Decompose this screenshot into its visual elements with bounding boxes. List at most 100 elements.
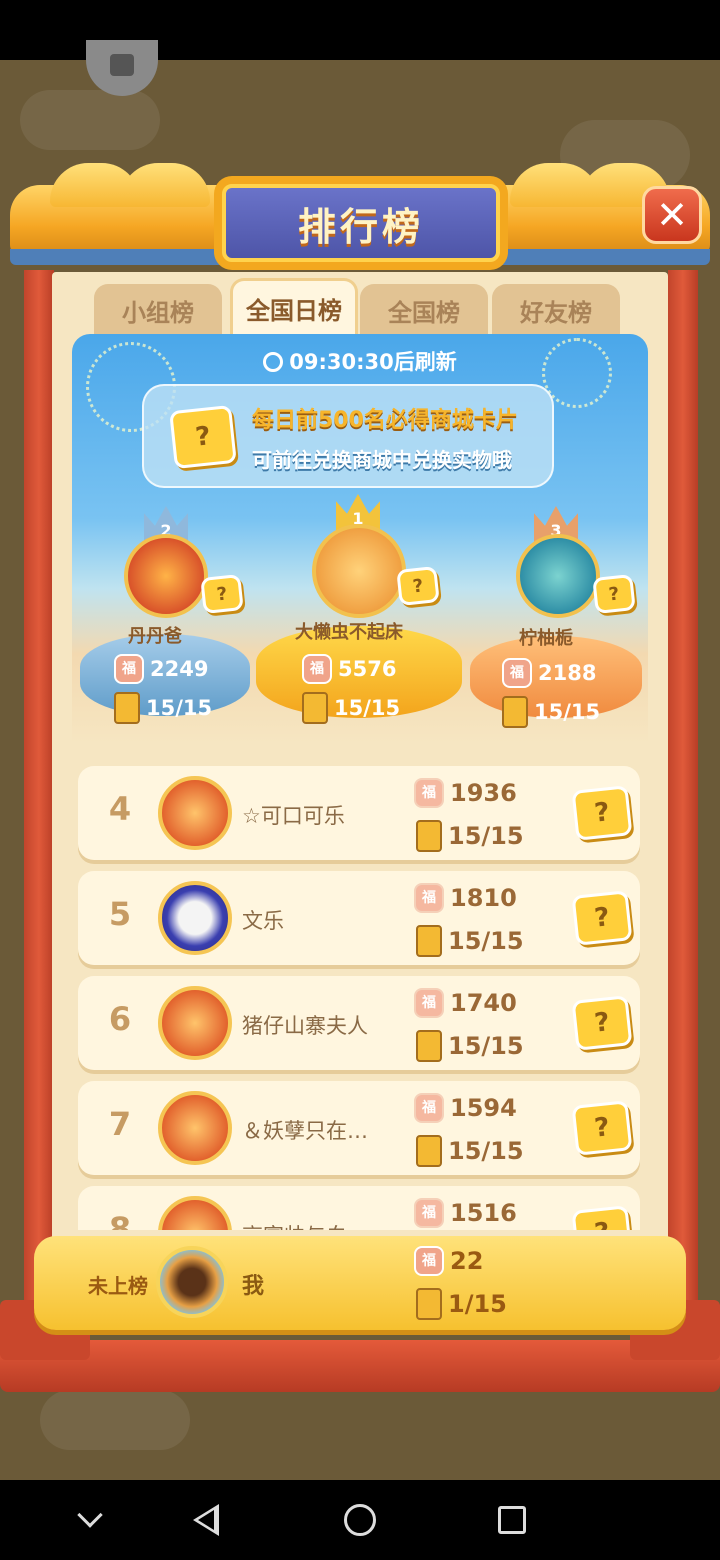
mystery-card-icon: ? bbox=[169, 404, 237, 470]
page-title: 排行榜 bbox=[297, 204, 424, 249]
home-circle-icon bbox=[344, 1504, 376, 1536]
fu-icon: 福 bbox=[414, 1093, 444, 1123]
list-item[interactable]: 6 猪仔山寨夫人 福 1740 15/15 ? bbox=[78, 976, 640, 1070]
avatar bbox=[516, 534, 600, 618]
refresh-timer: 09:30:30后刷新 bbox=[72, 346, 648, 376]
my-score: 22 bbox=[450, 1247, 484, 1275]
nav-recents-button[interactable] bbox=[490, 1498, 534, 1542]
list-item[interactable]: 8 高富帅与白 福1516 ? bbox=[78, 1186, 640, 1230]
fu-icon: 福 bbox=[114, 654, 144, 684]
player-progress: 15/15 bbox=[448, 1137, 524, 1165]
back-triangle-icon bbox=[193, 1504, 219, 1536]
mystery-card-icon[interactable]: ? bbox=[571, 785, 633, 841]
tab-national[interactable]: 全国榜 bbox=[360, 284, 488, 336]
player-name: ☆可口可乐 bbox=[242, 804, 345, 828]
my-rank-label: 未上榜 bbox=[88, 1274, 148, 1298]
top3-hero: 09:30:30后刷新 ? 每日前500名必得商城卡片 可前往兑换商城中兑换实物… bbox=[72, 334, 648, 744]
mystery-card-icon: ? bbox=[592, 574, 636, 614]
mystery-card-icon: ? bbox=[200, 574, 244, 614]
frame-pillar-right bbox=[668, 270, 698, 1340]
my-ranking-row[interactable]: 未上榜 我 福 22 1/15 bbox=[34, 1236, 686, 1330]
fu-icon: 福 bbox=[502, 658, 532, 688]
book-icon bbox=[416, 1288, 442, 1320]
player-score: 1594 bbox=[450, 1094, 517, 1122]
podium-progress: 15/15 bbox=[334, 696, 401, 720]
tab-friends[interactable]: 好友榜 bbox=[492, 284, 620, 336]
nav-home-button[interactable] bbox=[338, 1498, 382, 1542]
player-name: 文乐 bbox=[242, 909, 284, 933]
chevron-down-icon bbox=[77, 1502, 103, 1528]
banner-line1: 每日前500名必得商城卡片 bbox=[252, 408, 518, 433]
my-progress: 1/15 bbox=[448, 1290, 507, 1318]
mystery-card-icon[interactable]: ? bbox=[571, 890, 633, 946]
podium-score: 5576 bbox=[338, 657, 397, 681]
fu-icon: 福 bbox=[414, 1198, 444, 1228]
rank-number: 6 bbox=[108, 1000, 132, 1038]
tab-national-daily[interactable]: 全国日榜 bbox=[230, 278, 358, 336]
podium-rank-1[interactable]: 1 ? 大懒虫不起床 福 5576 15/15 bbox=[256, 494, 462, 734]
rank-number: 4 bbox=[108, 790, 132, 828]
rank-number: 7 bbox=[108, 1105, 132, 1143]
player-score: 1740 bbox=[450, 989, 517, 1017]
book-icon bbox=[416, 1030, 442, 1062]
system-nav-bar bbox=[0, 1480, 720, 1560]
tab-group[interactable]: 小组榜 bbox=[94, 284, 222, 336]
podium-rank-2[interactable]: 2 ? 丹丹爸 福 2249 15/15 bbox=[80, 504, 250, 734]
player-score: 1516 bbox=[450, 1199, 517, 1227]
mystery-card-icon[interactable]: ? bbox=[571, 995, 633, 1051]
fu-icon: 福 bbox=[302, 654, 332, 684]
book-icon bbox=[416, 925, 442, 957]
reward-banner: ? 每日前500名必得商城卡片 可前往兑换商城中兑换实物哦 bbox=[142, 384, 554, 488]
title-plaque: 排行榜 bbox=[214, 176, 508, 270]
tab-bar: 小组榜 全国日榜 全国榜 好友榜 bbox=[94, 278, 634, 336]
player-progress: 15/15 bbox=[448, 822, 524, 850]
avatar bbox=[158, 1196, 232, 1230]
mystery-card-icon[interactable]: ? bbox=[571, 1100, 633, 1156]
fu-icon: 福 bbox=[414, 778, 444, 808]
podium-rank-3[interactable]: 3 ? 柠柚栀 福 2188 15/15 bbox=[470, 504, 642, 734]
player-progress: 15/15 bbox=[448, 1032, 524, 1060]
avatar bbox=[124, 534, 208, 618]
frame-pillar-left bbox=[24, 270, 54, 1340]
rank-number: 5 bbox=[108, 895, 132, 933]
podium-name: 丹丹爸 bbox=[128, 626, 182, 647]
book-icon bbox=[416, 1135, 442, 1167]
book-icon bbox=[114, 692, 140, 724]
player-name: 高富帅与白 bbox=[242, 1220, 347, 1230]
clock-icon bbox=[263, 352, 284, 372]
nav-back-button[interactable] bbox=[184, 1498, 228, 1542]
podium-progress: 15/15 bbox=[534, 700, 601, 724]
podium-name: 柠柚栀 bbox=[519, 628, 573, 649]
mystery-card-icon: ? bbox=[396, 566, 440, 606]
nav-hide-button[interactable] bbox=[68, 1498, 112, 1542]
my-name: 我 bbox=[242, 1274, 265, 1299]
podium-score: 2249 bbox=[150, 657, 209, 681]
fu-icon: 福 bbox=[414, 1246, 444, 1276]
book-icon bbox=[302, 692, 328, 724]
close-button[interactable]: ✕ bbox=[642, 186, 702, 244]
avatar bbox=[158, 776, 232, 850]
avatar bbox=[312, 524, 406, 618]
player-progress: 15/15 bbox=[448, 927, 524, 955]
rank-number: 8 bbox=[108, 1210, 132, 1230]
close-icon: ✕ bbox=[656, 193, 688, 237]
fu-icon: 福 bbox=[414, 988, 444, 1018]
podium-score: 2188 bbox=[538, 661, 597, 685]
podium-progress: 15/15 bbox=[146, 696, 213, 720]
player-name: ＆妖孽只在… bbox=[242, 1119, 368, 1143]
player-score: 1810 bbox=[450, 884, 517, 912]
player-score: 1936 bbox=[450, 779, 517, 807]
list-item[interactable]: 7 ＆妖孽只在… 福 1594 15/15 ? bbox=[78, 1081, 640, 1175]
book-icon bbox=[502, 696, 528, 728]
avatar bbox=[158, 1091, 232, 1165]
my-avatar bbox=[156, 1246, 228, 1318]
avatar bbox=[158, 881, 232, 955]
ranking-list[interactable]: 4 ☆可口可乐 福 1936 15/15 ? 5 文乐 福 1810 15/15 ?… bbox=[72, 760, 648, 1230]
podium-name: 大懒虫不起床 bbox=[295, 622, 403, 643]
list-item[interactable]: 5 文乐 福 1810 15/15 ? bbox=[78, 871, 640, 965]
player-name: 猪仔山寨夫人 bbox=[242, 1014, 368, 1038]
avatar bbox=[158, 986, 232, 1060]
list-item[interactable]: 4 ☆可口可乐 福 1936 15/15 ? bbox=[78, 766, 640, 860]
recents-square-icon bbox=[498, 1506, 526, 1534]
mystery-card-icon[interactable]: ? bbox=[571, 1205, 633, 1230]
